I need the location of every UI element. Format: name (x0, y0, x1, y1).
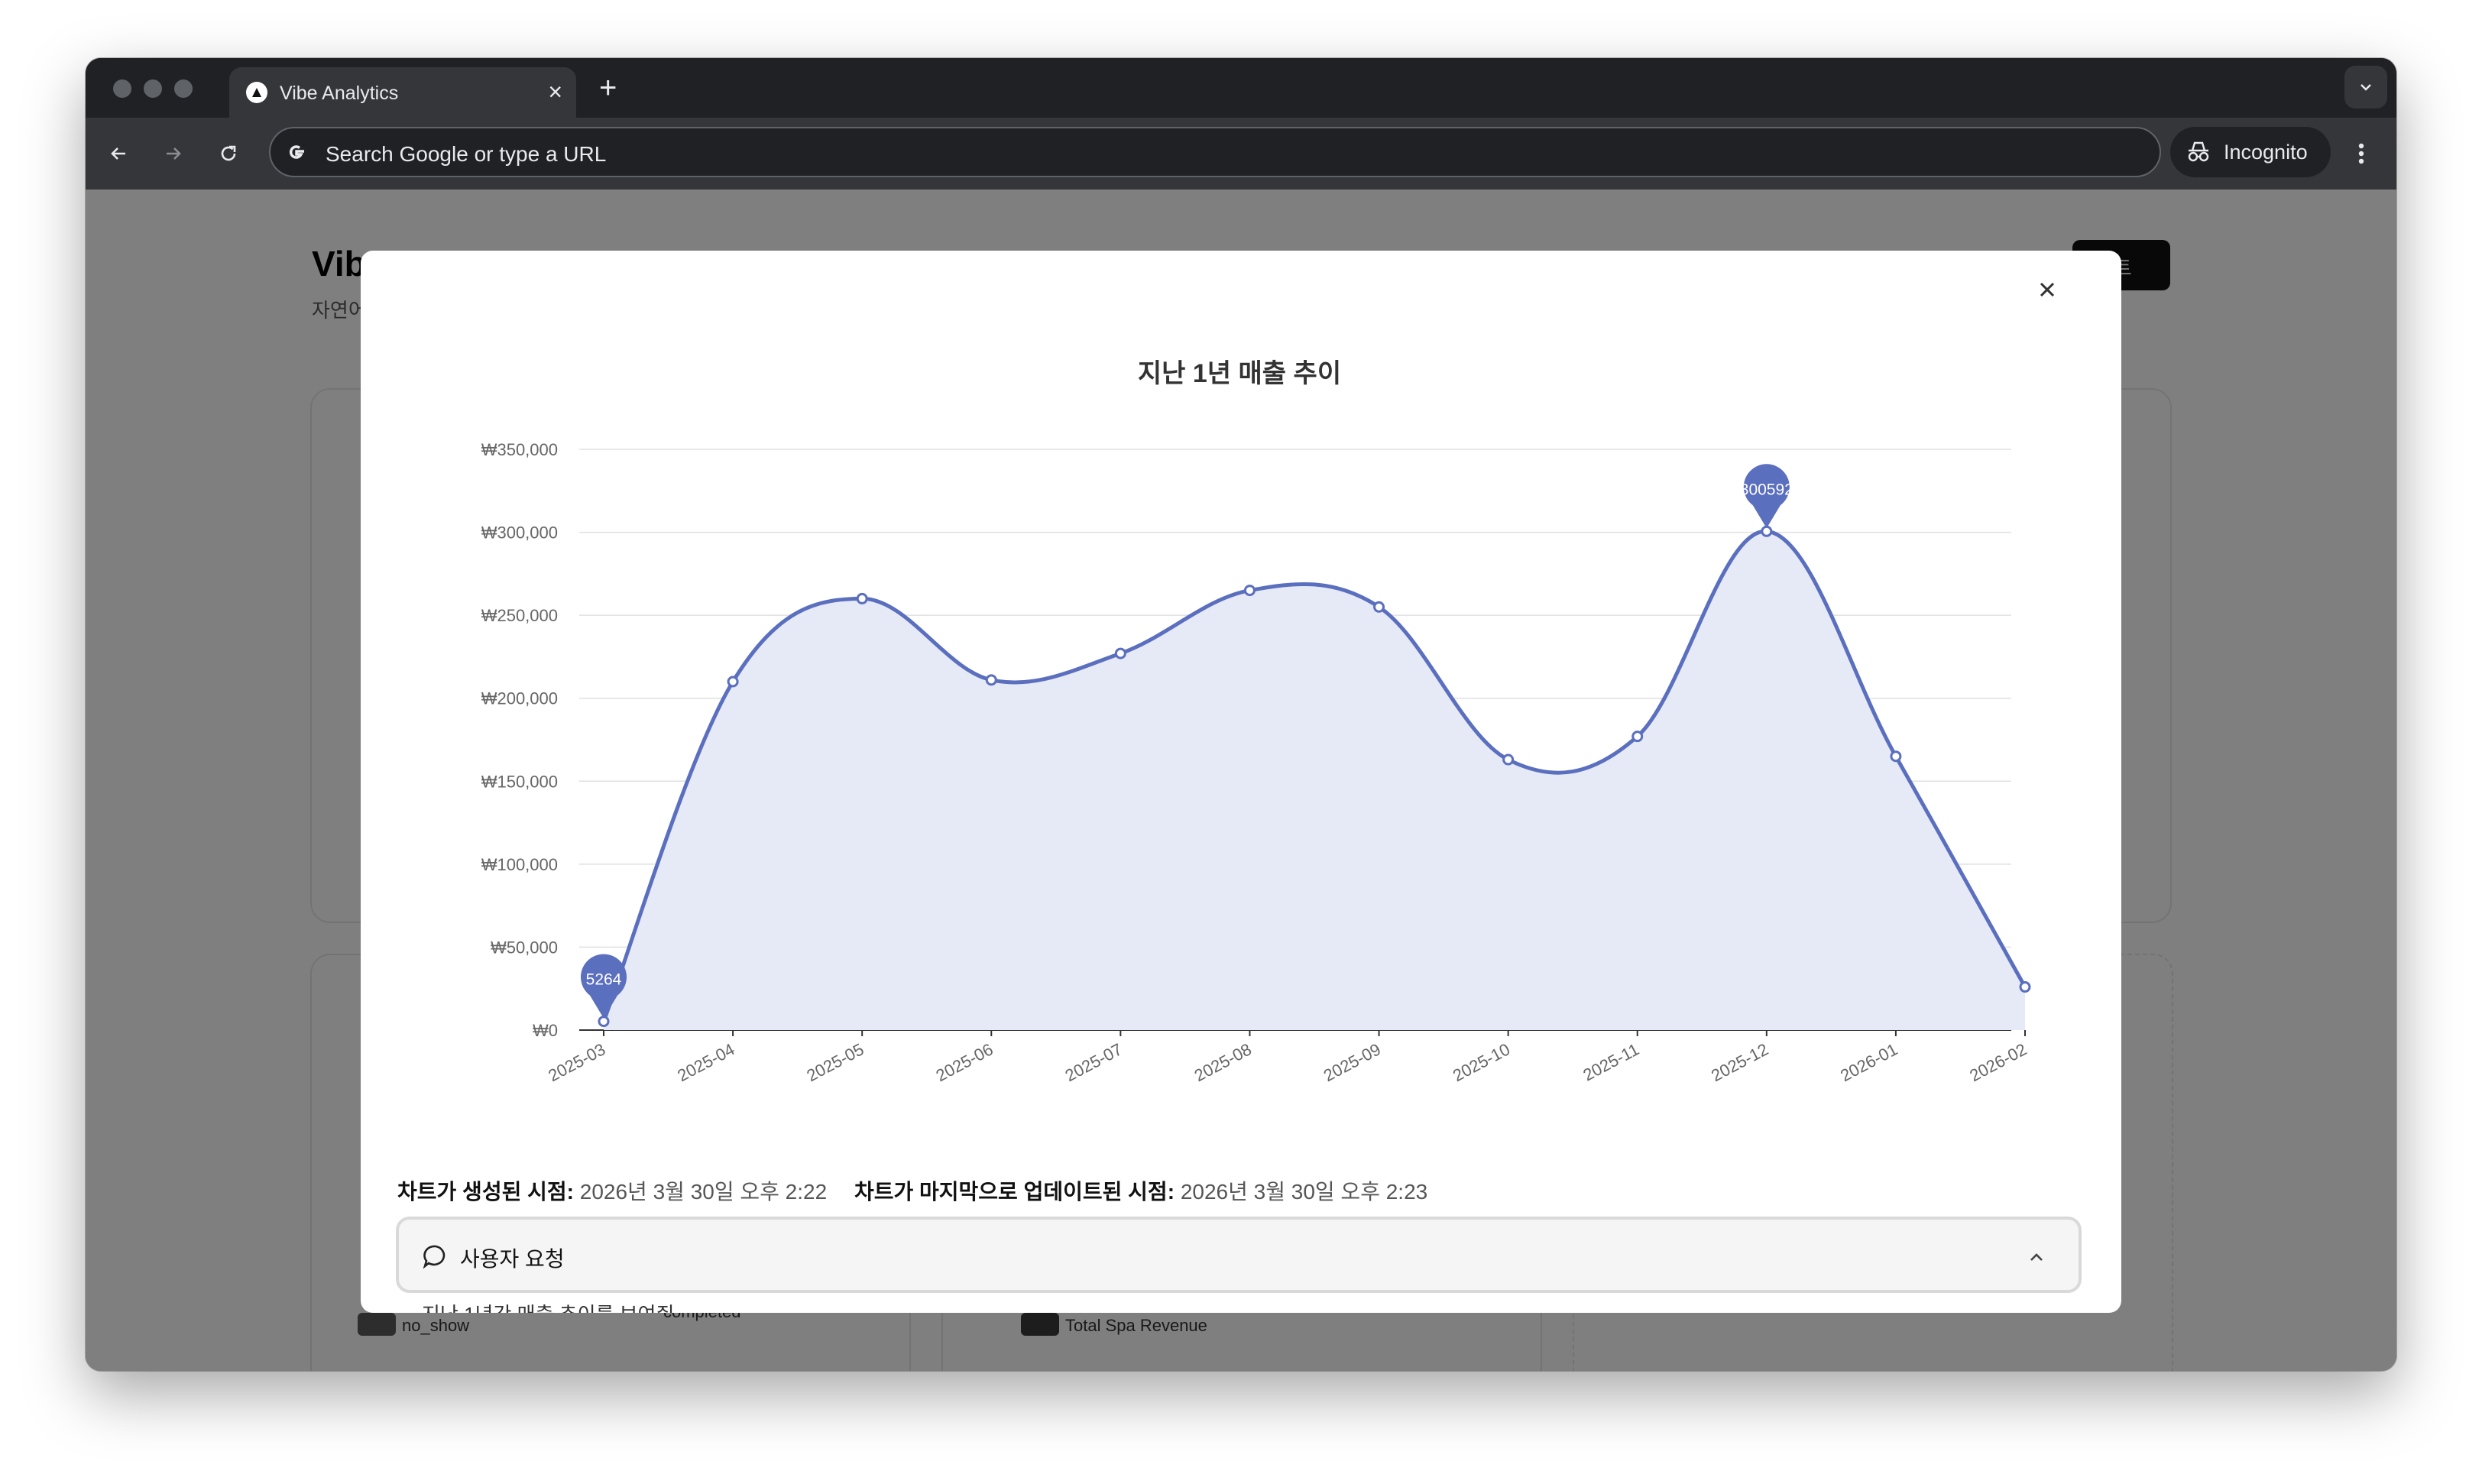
data-point (985, 674, 997, 686)
forward-button[interactable] (154, 134, 193, 173)
reload-icon (221, 145, 236, 161)
chart-series (598, 525, 2031, 1030)
browser-window: Vibe Analytics × + Search Google or type… (86, 58, 2396, 1371)
data-point (1502, 753, 1515, 766)
x-tick-label: 2025-04 (674, 1039, 737, 1085)
marker-label: 300592 (1740, 481, 1793, 498)
y-tick-label: ₩50,000 (491, 938, 558, 957)
data-point (1114, 647, 1126, 659)
modal-close-button[interactable] (2028, 271, 2066, 309)
x-tick-label: 2025-06 (933, 1039, 996, 1085)
data-point (727, 676, 739, 688)
tab-close-icon[interactable]: × (548, 76, 562, 107)
data-point (1890, 750, 1902, 763)
incognito-icon (2188, 141, 2209, 162)
minimize-window-button[interactable] (144, 79, 162, 98)
user-request-text: 지난 1년간 매출 추이를 보여줘 (422, 1299, 674, 1313)
data-point (1243, 585, 1256, 597)
chart-title: 지난 1년 매출 추이 (1138, 359, 1341, 388)
y-tick-label: ₩350,000 (481, 440, 558, 459)
chevron-down-icon (2360, 84, 2371, 91)
x-tick-label: 2025-03 (545, 1039, 608, 1085)
browser-toolbar: Search Google or type a URL Incognito (86, 118, 2396, 190)
updated-value: 2026년 3월 30일 오후 2:23 (1180, 1180, 1428, 1204)
address-bar[interactable]: Search Google or type a URL (269, 127, 2161, 177)
chart-meta: 차트가 생성된 시점: 2026년 3월 30일 오후 2:22 차트가 마지막… (397, 1175, 1449, 1206)
y-axis: ₩0 ₩50,000 ₩100,000 ₩150,000 ₩200,000 ₩250,00… (481, 440, 558, 1040)
tab-strip: Vibe Analytics × + (86, 58, 2396, 118)
back-button[interactable] (99, 134, 138, 173)
incognito-label: Incognito (2224, 141, 2308, 164)
y-tick-label: ₩250,000 (481, 606, 558, 625)
y-tick-label: ₩150,000 (481, 772, 558, 791)
x-tick-label: 2025-05 (803, 1039, 867, 1085)
user-request-accordion[interactable]: 사용자 요청 (396, 1217, 2082, 1293)
more-vert-icon (2358, 143, 2364, 164)
reload-button[interactable] (209, 134, 248, 173)
data-point (856, 592, 868, 604)
address-input[interactable]: Search Google or type a URL (326, 142, 606, 167)
x-tick-label: 2025-07 (1062, 1039, 1126, 1085)
tab-search-button[interactable] (2344, 66, 2387, 109)
created-label: 차트가 생성된 시점: (397, 1180, 574, 1204)
arrow-left-icon (111, 147, 125, 160)
user-request-label: 사용자 요청 (460, 1247, 565, 1271)
data-point (1373, 601, 1385, 613)
x-tick-label: 2025-10 (1450, 1039, 1513, 1085)
chart-modal: 지난 1년 매출 추이 ₩0 ₩50,000 ₩100,000 ₩150,000 ₩20… (361, 251, 2121, 1313)
revenue-area-chart: 지난 1년 매출 추이 ₩0 ₩50,000 ₩100,000 ₩150,000 ₩20… (481, 359, 2031, 1085)
updated-label: 차트가 마지막으로 업데이트된 시점: (854, 1180, 1175, 1204)
x-tick-label: 2026-01 (1837, 1039, 1900, 1085)
chat-bubble-icon (423, 1245, 446, 1269)
tab-title: Vibe Analytics (280, 83, 399, 104)
browser-menu-button[interactable] (2346, 134, 2377, 173)
close-icon (2040, 282, 2055, 297)
close-window-button[interactable] (113, 79, 131, 98)
x-tick-label: 2025-12 (1708, 1039, 1771, 1085)
y-tick-label: ₩300,000 (481, 523, 558, 543)
x-tick-label: 2025-11 (1580, 1039, 1642, 1084)
y-tick-label: ₩100,000 (481, 855, 558, 874)
chevron-up-icon[interactable] (2027, 1247, 2046, 1267)
arrow-right-icon (167, 147, 181, 160)
vibe-logo-icon (246, 82, 267, 103)
google-icon (289, 145, 304, 159)
page-content: Vib 자연어 차트 no_show completed Total Spa R… (86, 190, 2396, 1371)
browser-tab[interactable]: Vibe Analytics × (229, 67, 576, 118)
created-value: 2026년 3월 30일 오후 2:22 (579, 1180, 828, 1204)
maximize-window-button[interactable] (174, 79, 193, 98)
y-tick-label: ₩200,000 (481, 689, 558, 708)
x-tick-label: 2026-02 (1966, 1039, 2030, 1085)
x-tick-label: 2025-08 (1191, 1039, 1255, 1085)
data-point (1631, 731, 1644, 743)
new-tab-button[interactable]: + (599, 69, 617, 107)
data-point (2019, 981, 2031, 993)
marker-label: 5264 (586, 971, 622, 989)
incognito-badge[interactable]: Incognito (2170, 127, 2331, 177)
y-tick-label: ₩0 (533, 1021, 558, 1040)
x-tick-label: 2025-09 (1320, 1039, 1384, 1085)
x-axis: 2025-03 2025-04 2025-05 2025-06 2025-07 2025-… (545, 1030, 2030, 1085)
